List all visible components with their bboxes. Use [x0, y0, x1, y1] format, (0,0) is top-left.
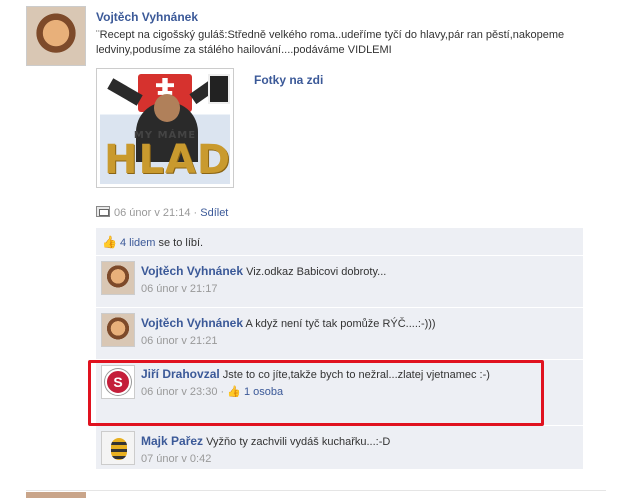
photo-attachment: MY MÁME HLAD Fotky na zdi [96, 68, 596, 208]
story-message: ¨Recept na cigošský guláš:Středně velkéh… [96, 29, 565, 56]
sign-graphic [208, 74, 230, 104]
bee-icon [111, 438, 127, 460]
comment-timestamp[interactable]: 06 únor v 21:17 [141, 282, 541, 297]
comment-timestamp[interactable]: 06 únor v 21:21 [141, 334, 541, 349]
comment-item: Majk Pařez Vyžňo ty zachvili vydáš kucha… [96, 426, 583, 470]
comment-text: A když není tyč tak pomůže RÝČ....:-))) [243, 318, 436, 330]
comment-body: Vojtěch Vyhnánek A když není tyč tak pom… [141, 316, 541, 349]
thumbs-up-icon: 👍 [102, 235, 117, 249]
attached-photo[interactable]: MY MÁME HLAD [96, 68, 234, 188]
author-avatar[interactable] [26, 6, 86, 66]
commenter-name-link[interactable]: Vojtěch Vyhnánek [141, 316, 243, 330]
likes-summary: 👍 4 lidem se to líbí. [96, 228, 583, 256]
head-graphic [154, 94, 180, 122]
comment-item: Vojtěch Vyhnánek Viz.odkaz Babicovi dobr… [96, 256, 583, 308]
highlight-box [88, 360, 544, 426]
photo-caption-big: HLAD [104, 137, 230, 183]
commenter-avatar[interactable] [101, 313, 135, 347]
story-divider [26, 490, 606, 491]
likes-count-link[interactable]: 4 lidem [120, 237, 155, 249]
comment-timestamp[interactable]: 07 únor v 0:42 [141, 452, 541, 467]
commenter-name-link[interactable]: Vojtěch Vyhnánek [141, 264, 243, 278]
story-timestamp[interactable]: 06 únor v 21:14 [114, 207, 190, 219]
commenter-name-link[interactable]: Majk Pařez [141, 434, 203, 448]
author-name-link[interactable]: Vojtěch Vyhnánek [96, 10, 601, 24]
photo-image: MY MÁME HLAD [100, 72, 230, 184]
commenter-avatar[interactable] [101, 431, 135, 465]
photo-stream-icon [96, 206, 110, 217]
story-meta: 06 únor v 21:14 · Sdílet [96, 206, 228, 219]
comment-body: Vojtěch Vyhnánek Viz.odkaz Babicovi dobr… [141, 264, 541, 297]
comment-item: Vojtěch Vyhnánek A když není tyč tak pom… [96, 308, 583, 360]
comment-text: Viz.odkaz Babicovi dobroty... [243, 266, 387, 278]
likes-suffix: se to líbí. [155, 237, 204, 249]
meta-separator: · [190, 207, 201, 219]
story-body: Vojtěch Vyhnánek ¨Recept na cigošský gul… [96, 6, 601, 470]
next-story-avatar[interactable] [26, 492, 86, 498]
feedback-block: 👍 4 lidem se to líbí. Vojtěch Vyhnánek Vi… [96, 228, 583, 470]
comment-body: Majk Pařez Vyžňo ty zachvili vydáš kucha… [141, 434, 541, 467]
comment-text: Vyžňo ty zachvili vydáš kuchařku...:-D [203, 436, 391, 448]
share-link[interactable]: Sdílet [200, 207, 228, 219]
album-title-link[interactable]: Fotky na zdi [254, 73, 323, 87]
commenter-avatar[interactable] [101, 261, 135, 295]
